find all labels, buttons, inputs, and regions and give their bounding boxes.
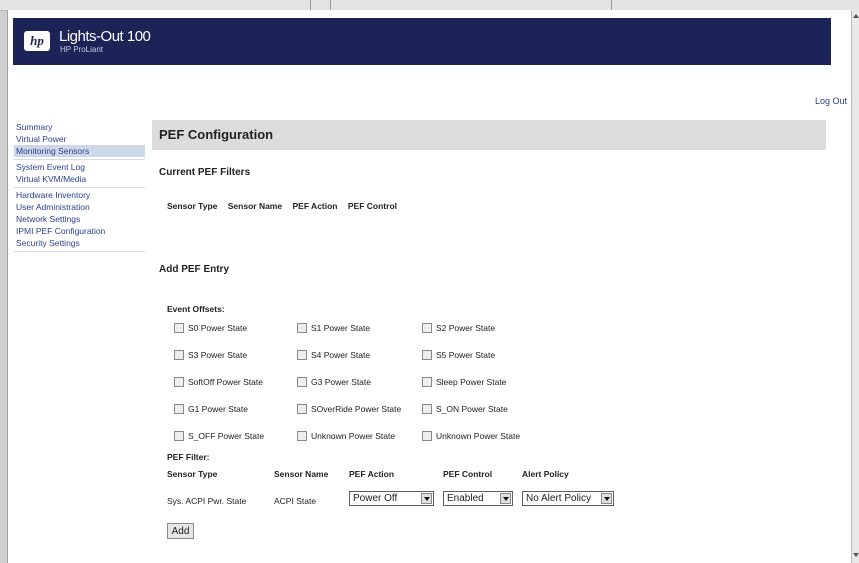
chevron-down-icon[interactable] bbox=[500, 493, 511, 504]
add-entry-heading: Add PEF Entry bbox=[159, 264, 230, 275]
event-offset-option[interactable]: SOverRide Power State bbox=[297, 404, 401, 414]
event-offset-label: S5 Power State bbox=[436, 350, 496, 360]
sensor-type-value: Sys. ACPI Pwr. State bbox=[167, 496, 247, 506]
event-offset-checkbox[interactable] bbox=[422, 377, 432, 387]
sidebar-item-virtual-kvm-media[interactable]: Virtual KVM/Media bbox=[14, 173, 145, 185]
current-filters-columns: Sensor Type Sensor Name PEF Action PEF C… bbox=[167, 201, 405, 211]
event-offset-option[interactable]: S3 Power State bbox=[174, 350, 247, 360]
event-offset-checkbox[interactable] bbox=[174, 323, 184, 333]
filter-header-sensor-type: Sensor Type bbox=[167, 469, 218, 479]
event-offsets-label: Event Offsets: bbox=[167, 304, 225, 314]
event-offset-checkbox[interactable] bbox=[174, 377, 184, 387]
column-header-sensor-type: Sensor Type bbox=[167, 201, 218, 211]
product-title: Lights-Out 100 bbox=[59, 28, 151, 45]
sidebar-item-user-administration[interactable]: User Administration bbox=[14, 201, 145, 213]
event-offset-checkbox[interactable] bbox=[297, 377, 307, 387]
event-offset-label: SoftOff Power State bbox=[188, 377, 263, 387]
event-offset-option[interactable]: SoftOff Power State bbox=[174, 377, 263, 387]
app-header: hp Lights-Out 100 HP ProLiant bbox=[13, 18, 831, 65]
pef-control-select[interactable]: Enabled bbox=[443, 491, 513, 506]
hp-logo-icon: hp bbox=[24, 31, 50, 51]
pef-action-selected: Power Off bbox=[353, 493, 398, 504]
event-offset-checkbox[interactable] bbox=[297, 431, 307, 441]
main-content: PEF Configuration Current PEF Filters Se… bbox=[152, 120, 826, 539]
chevron-down-icon[interactable] bbox=[421, 493, 432, 504]
scroll-down-arrow-icon[interactable] bbox=[853, 553, 859, 557]
event-offset-label: Unknown Power State bbox=[436, 431, 521, 441]
sidebar-item-system-event-log[interactable]: System Event Log bbox=[14, 161, 145, 173]
pef-control-selected: Enabled bbox=[447, 493, 484, 504]
event-offset-label: SOverRide Power State bbox=[311, 404, 402, 414]
sidebar-item-virtual-power[interactable]: Virtual Power bbox=[14, 133, 145, 145]
sidebar-item-ipmi-pef-configuration[interactable]: IPMI PEF Configuration bbox=[14, 225, 145, 237]
event-offset-option[interactable]: S1 Power State bbox=[297, 323, 370, 333]
alert-policy-select[interactable]: No Alert Policy bbox=[522, 491, 614, 506]
column-header-pef-control: PEF Control bbox=[347, 201, 397, 211]
filter-header-pef-control: PEF Control bbox=[443, 469, 493, 479]
scroll-up-arrow-icon[interactable] bbox=[853, 14, 859, 18]
alert-policy-selected: No Alert Policy bbox=[526, 493, 592, 504]
event-offset-label: G1 Power State bbox=[188, 404, 249, 414]
event-offset-checkbox[interactable] bbox=[422, 431, 432, 441]
page-content bbox=[7, 10, 851, 563]
add-button[interactable]: Add bbox=[167, 523, 194, 539]
event-offset-checkbox[interactable] bbox=[174, 404, 184, 414]
sidebar-nav: Summary Virtual Power Monitoring Sensors Sy… bbox=[14, 120, 145, 252]
event-offset-option[interactable]: S0 Power State bbox=[174, 323, 247, 333]
event-offset-label: S0 Power State bbox=[188, 323, 248, 333]
pef-action-select[interactable]: Power Off bbox=[349, 491, 434, 506]
filter-header-sensor-name: Sensor Name bbox=[274, 469, 329, 479]
event-offset-checkbox[interactable] bbox=[422, 323, 432, 333]
event-offset-option[interactable]: S4 Power State bbox=[297, 350, 370, 360]
event-offset-checkbox[interactable] bbox=[297, 404, 307, 414]
event-offset-label: S3 Power State bbox=[188, 350, 248, 360]
event-offset-label: S_OFF Power State bbox=[188, 431, 265, 441]
event-offset-label: Sleep Power State bbox=[436, 377, 507, 387]
sidebar-item-network-settings[interactable]: Network Settings bbox=[14, 213, 145, 225]
browser-tab[interactable] bbox=[330, 0, 612, 10]
pef-filter-label: PEF Filter: bbox=[167, 452, 210, 462]
event-offset-option[interactable]: Sleep Power State bbox=[422, 377, 506, 387]
event-offset-label: S4 Power State bbox=[311, 350, 371, 360]
current-filters-heading: Current PEF Filters bbox=[159, 167, 251, 178]
sidebar-item-security-settings[interactable]: Security Settings bbox=[14, 237, 145, 249]
event-offset-option[interactable]: G1 Power State bbox=[174, 404, 248, 414]
event-offset-option[interactable]: Unknown Power State bbox=[422, 431, 520, 441]
filter-header-pef-action: PEF Action bbox=[349, 469, 395, 479]
page-title-bar: PEF Configuration bbox=[152, 120, 826, 150]
column-header-sensor-name: Sensor Name bbox=[227, 201, 283, 211]
event-offset-option[interactable]: S2 Power State bbox=[422, 323, 495, 333]
event-offset-option[interactable]: Unknown Power State bbox=[297, 431, 395, 441]
event-offset-label: S2 Power State bbox=[436, 323, 496, 333]
sidebar-group: System Event Log Virtual KVM/Media bbox=[14, 160, 145, 188]
event-offset-checkbox[interactable] bbox=[422, 404, 432, 414]
page-title: PEF Configuration bbox=[159, 127, 274, 142]
event-offset-label: S_ON Power State bbox=[436, 404, 508, 414]
sensor-name-value: ACPI State bbox=[274, 496, 317, 506]
event-offset-option[interactable]: S5 Power State bbox=[422, 350, 495, 360]
event-offset-checkbox[interactable] bbox=[174, 350, 184, 360]
event-offset-label: G3 Power State bbox=[311, 377, 372, 387]
browser-tab[interactable] bbox=[60, 0, 311, 10]
vertical-scrollbar[interactable] bbox=[851, 10, 859, 563]
filter-header-alert-policy: Alert Policy bbox=[522, 469, 569, 479]
sidebar-group: Summary Virtual Power Monitoring Sensors bbox=[14, 120, 145, 160]
event-offset-option[interactable]: S_ON Power State bbox=[422, 404, 508, 414]
event-offset-option[interactable]: S_OFF Power State bbox=[174, 431, 264, 441]
sidebar-group: Hardware Inventory User Administration Net… bbox=[14, 188, 145, 252]
logout-link[interactable]: Log Out bbox=[815, 96, 847, 106]
product-subtitle: HP ProLiant bbox=[60, 45, 103, 54]
event-offset-checkbox[interactable] bbox=[297, 350, 307, 360]
event-offset-label: Unknown Power State bbox=[311, 431, 396, 441]
sidebar-item-monitoring-sensors[interactable]: Monitoring Sensors bbox=[14, 145, 145, 157]
sidebar-item-summary[interactable]: Summary bbox=[14, 121, 145, 133]
event-offset-checkbox[interactable] bbox=[422, 350, 432, 360]
event-offset-checkbox[interactable] bbox=[174, 431, 184, 441]
event-offset-option[interactable]: G3 Power State bbox=[297, 377, 371, 387]
event-offset-checkbox[interactable] bbox=[297, 323, 307, 333]
event-offset-label: S1 Power State bbox=[311, 323, 371, 333]
chevron-down-icon[interactable] bbox=[601, 493, 612, 504]
sidebar-item-hardware-inventory[interactable]: Hardware Inventory bbox=[14, 189, 145, 201]
column-header-pef-action: PEF Action bbox=[292, 201, 338, 211]
